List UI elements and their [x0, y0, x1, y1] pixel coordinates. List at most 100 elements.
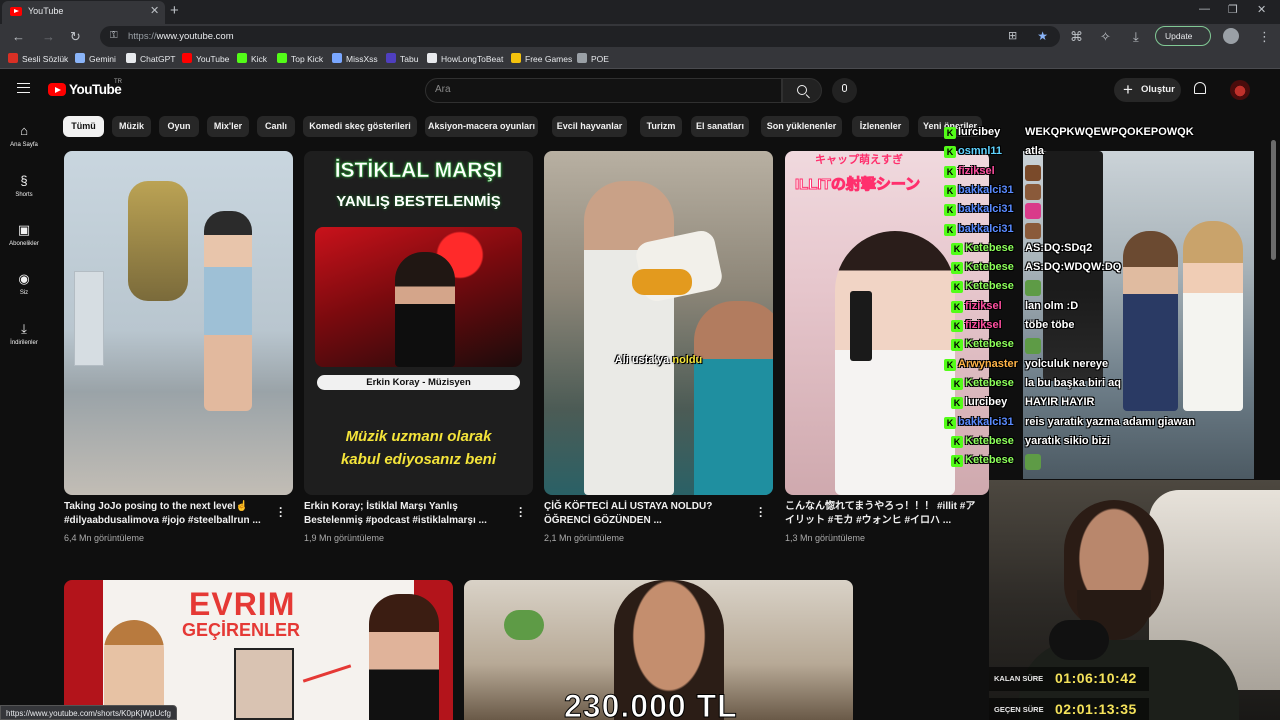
chip[interactable]: Turizm: [640, 116, 682, 137]
chat-text: lan olm :D: [1025, 299, 1079, 312]
bookmark-item[interactable]: Kick: [237, 53, 267, 64]
download-icon[interactable]: ⤓: [1133, 29, 1139, 45]
video-title[interactable]: こんなん惚れてまうやろっ！！！ #illit #ア イリット #モカ #ウォンヒ…: [785, 500, 989, 528]
maximize-icon[interactable]: ❐: [1228, 3, 1238, 16]
search-input[interactable]: [435, 84, 755, 95]
kick-badge-icon: K: [951, 377, 963, 390]
account-avatar[interactable]: [1230, 80, 1250, 100]
bookmark-item[interactable]: HowLongToBeat: [427, 53, 503, 64]
kick-badge-icon: K: [944, 165, 956, 178]
thumb-text: EVRIM: [189, 586, 296, 622]
chip[interactable]: Evcil hayvanlar: [552, 116, 627, 137]
youtube-favicon-icon: [10, 7, 22, 16]
video-title-line: ÇİĞ KÖFTECİ ALİ USTAYA NOLDU?: [544, 501, 713, 512]
microphone-icon: [1049, 620, 1109, 660]
chip[interactable]: Canlı: [257, 116, 295, 137]
bookmark-icon: [386, 53, 396, 63]
chip[interactable]: Aksiyon-macera oyunları: [425, 116, 538, 137]
notifications-bell-icon[interactable]: [1194, 82, 1206, 94]
chip[interactable]: İzlenenler: [852, 116, 909, 137]
sidebar-item-you[interactable]: ◉ Siz: [0, 268, 48, 312]
chat-text: WEKQPKWQEWPQOKEPOWQK: [1025, 126, 1194, 138]
chip-all[interactable]: Tümü: [63, 116, 104, 137]
chip[interactable]: Son yüklenenler: [761, 116, 842, 137]
bookmark-item[interactable]: Sesli Sözlük: [8, 53, 68, 64]
thumb-photo-frame: [234, 648, 294, 720]
bookmark-icon: [332, 53, 342, 63]
forward-icon[interactable]: →: [42, 29, 55, 44]
minimize-icon[interactable]: —: [1199, 3, 1210, 15]
video-thumbnail[interactable]: Ali usta'ya noldu: [544, 151, 773, 495]
browser-tab[interactable]: YouTube ✕: [2, 1, 165, 24]
update-button[interactable]: Update: [1155, 26, 1211, 46]
kick-badge-icon: K: [951, 242, 963, 255]
sidebar-item-shorts[interactable]: § Shorts: [0, 170, 48, 214]
chat-username: Ketebese: [965, 280, 1014, 293]
extension-icon[interactable]: ⌘: [1070, 29, 1083, 45]
video-title[interactable]: Taking JoJo posing to the next level☝️ #…: [64, 500, 276, 528]
youtube-logo-icon[interactable]: [48, 83, 66, 96]
video-thumbnail[interactable]: İSTİKLAL MARŞI YANLIŞ BESTELENMİŞ Erkin …: [304, 151, 533, 495]
more-actions-icon[interactable]: · · ·: [519, 502, 525, 522]
reload-icon[interactable]: ↻: [70, 29, 81, 45]
search-button[interactable]: [782, 78, 822, 103]
chat-username: fiziksel: [958, 164, 995, 177]
menu-icon[interactable]: ⋮: [1258, 29, 1271, 45]
thumb-frog-emote: [504, 610, 544, 640]
bookmark-item[interactable]: Free Games: [511, 53, 572, 64]
window-close-icon[interactable]: ✕: [1257, 3, 1266, 16]
chat-text: AS:DQ:SDq2: [1025, 241, 1093, 254]
profile-avatar[interactable]: [1223, 28, 1239, 44]
sidebar-item-downloads[interactable]: ⤓ İndirilenler: [0, 318, 48, 362]
sidebar-item-home[interactable]: ⌂ Ana Sayfa: [0, 120, 48, 164]
sidebar-item-subscriptions[interactable]: ▣ Abonelikler: [0, 219, 48, 263]
video-thumbnail[interactable]: [64, 151, 293, 495]
tab-title: YouTube: [28, 6, 64, 16]
thumb-caption: Ali usta'ya noldu: [614, 354, 703, 366]
bookmark-item[interactable]: YouTube: [182, 53, 229, 64]
thumb-person: [694, 301, 773, 495]
bookmark-item[interactable]: Top Kick: [277, 53, 323, 64]
more-actions-icon[interactable]: · · ·: [279, 502, 285, 522]
bookmark-item[interactable]: MissXss: [332, 53, 378, 64]
more-actions-icon[interactable]: · · ·: [759, 502, 765, 522]
browser-tab-bar: YouTube ✕ + — ❐ ✕: [0, 0, 1280, 24]
url-text[interactable]: https://www.youtube.com: [128, 31, 234, 42]
category-chips: Tümü Müzik Oyun Mix'ler Canlı Komedi ske…: [63, 116, 993, 138]
bookmark-item[interactable]: Tabu: [386, 53, 418, 64]
page-scrollbar[interactable]: [1271, 140, 1276, 260]
chip[interactable]: Mix'ler: [207, 116, 249, 137]
voice-search-button[interactable]: [832, 78, 857, 103]
tab-close-icon[interactable]: ✕: [150, 4, 159, 17]
chip[interactable]: Oyun: [159, 116, 199, 137]
site-info-icon[interactable]: ⚿: [110, 30, 118, 41]
video-thumbnail[interactable]: EVRIM GEÇİRENLER: [64, 580, 453, 720]
new-tab-icon[interactable]: +: [170, 2, 179, 19]
kick-badge-icon: K: [951, 397, 963, 410]
back-icon[interactable]: ←: [12, 29, 25, 44]
chat-text: HAYIR HAYIR: [1025, 396, 1095, 409]
tab-search-icon[interactable]: ⊞: [1008, 29, 1017, 42]
bookmark-star-icon[interactable]: ★: [1037, 29, 1048, 43]
kick-badge-icon: K: [944, 358, 956, 371]
hamburger-menu-icon[interactable]: [17, 83, 30, 93]
chip[interactable]: El sanatları: [691, 116, 749, 137]
chip[interactable]: Müzik: [112, 116, 151, 137]
create-button[interactable]: + Oluştur: [1114, 78, 1181, 102]
create-label: Oluştur: [1141, 84, 1175, 95]
bookmark-item[interactable]: ChatGPT: [126, 53, 175, 64]
chat-emote-icon: [1025, 203, 1041, 220]
kick-badge-icon: K: [951, 320, 963, 332]
youtube-header: YouTube TR + Oluştur: [0, 70, 1280, 110]
extensions-puzzle-icon[interactable]: ✧: [1100, 29, 1111, 45]
bookmark-item[interactable]: Gemini: [75, 53, 116, 64]
thumb-text: Müzik uzmanı olarak kabul ediyosanız ben…: [304, 425, 533, 471]
address-bar[interactable]: ⚿ https://www.youtube.com ⊞ ★: [100, 26, 1060, 47]
chip[interactable]: Komedi skeç gösterileri: [303, 116, 417, 137]
thumb-text: キャップ萌えすぎ: [815, 154, 903, 166]
bookmark-folder[interactable]: POE: [577, 53, 609, 64]
video-title[interactable]: ÇİĞ KÖFTECİ ALİ USTAYA NOLDU? ÖĞRENCİ GÖ…: [544, 500, 756, 528]
video-thumbnail[interactable]: 230.000 TL: [464, 580, 853, 720]
video-title[interactable]: Erkin Koray; İstiklal Marşı Yanlış Beste…: [304, 500, 516, 528]
timer-label: KALAN SÜRE: [994, 674, 1044, 683]
